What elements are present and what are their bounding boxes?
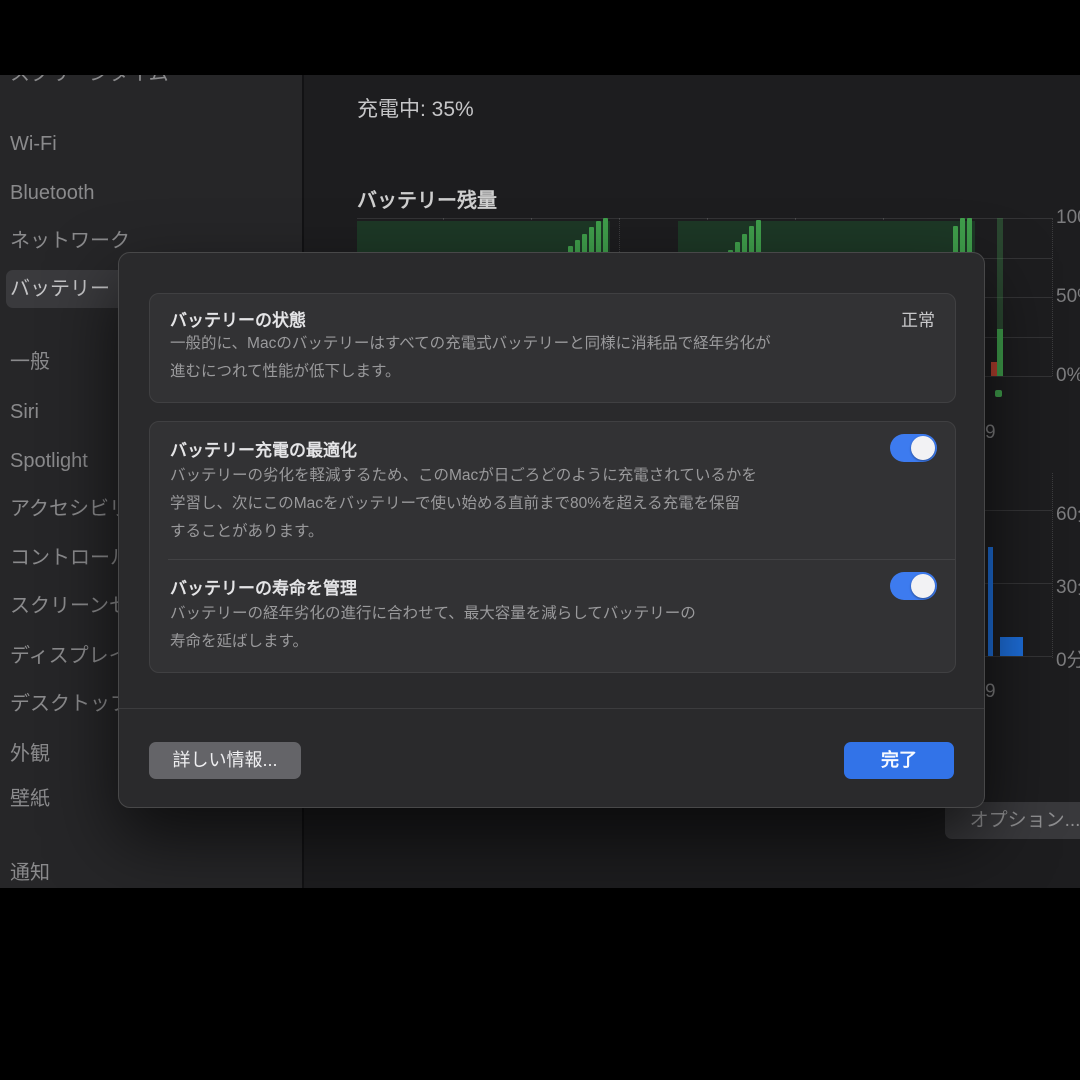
card-inset-divider (168, 559, 955, 560)
battery-condition-desc-line2: 進むにつれて性能が低下します。 (170, 358, 885, 386)
manage-longevity-title: バッテリーの寿命を管理 (170, 574, 357, 599)
x-axis-label: 9 (985, 681, 996, 703)
manage-longevity-toggle[interactable] (890, 572, 937, 600)
battery-condition-status-value: 正常 (901, 306, 935, 331)
usage-bar (988, 547, 993, 656)
y-axis-label: 60分 (1056, 499, 1080, 526)
battery-condition-title: バッテリーの状態 (170, 306, 306, 331)
low-battery-mark (991, 362, 997, 376)
battery-health-dialog: バッテリーの状態 正常 一般的に、Macのバッテリーはすべての充電式バッテリーと… (118, 252, 985, 808)
chart-gridline-vertical (1052, 218, 1053, 376)
system-settings-window: スクリーンタイムWi-FiBluetoothネットワークバッテリー一般SiriS… (0, 75, 1080, 888)
sidebar-item-WiFi[interactable]: Wi-Fi (6, 125, 297, 163)
battery-toggles-card: バッテリー充電の最適化 バッテリーの劣化を軽減するため、このMacが日ごろどのよ… (149, 421, 956, 673)
optimized-charging-desc-line2: 学習し、次にこのMacをバッテリーで使い始める直前まで80%を超える充電を保留 (170, 490, 885, 518)
y-axis-label: 30分 (1056, 572, 1080, 599)
current-level-bar (997, 329, 1003, 376)
optimized-charging-desc-line1: バッテリーの劣化を軽減するため、このMacが日ごろどのように充電されているかを (170, 462, 885, 490)
below-axis-marker (995, 390, 1002, 397)
y-axis-label: 50% (1056, 286, 1080, 308)
y-axis-label: 0% (1056, 365, 1080, 387)
manage-longevity-desc-line1: バッテリーの経年劣化の進行に合わせて、最大容量を減らしてバッテリーの (170, 600, 885, 628)
done-button[interactable]: 完了 (844, 742, 954, 779)
battery-level-section-title: バッテリー残量 (357, 184, 497, 213)
chart-gridline (357, 218, 1052, 219)
sidebar-item-partial[interactable]: スクリーンタイム (6, 75, 297, 93)
charging-status-text: 充電中: 35% (357, 93, 474, 123)
screenshot-root: { "sidebar": { "items": [ {"label": "スクリ… (0, 0, 1080, 1080)
usage-bar (1000, 637, 1023, 656)
optimized-charging-toggle[interactable] (890, 434, 937, 462)
learn-more-button[interactable]: 詳しい情報... (149, 742, 301, 779)
sidebar-item-jp15[interactable]: 通知 (6, 854, 297, 888)
toggle-knob (911, 574, 935, 598)
x-axis-label: 9 (985, 422, 996, 444)
sidebar-item-Bluetooth[interactable]: Bluetooth (6, 174, 297, 212)
y-axis-label: 0分 (1056, 645, 1080, 672)
dialog-footer-divider (119, 708, 984, 709)
optimized-charging-desc-line3: することがあります。 (170, 518, 885, 546)
chart-gridline-vertical (1052, 473, 1053, 658)
battery-condition-card: バッテリーの状態 正常 一般的に、Macのバッテリーはすべての充電式バッテリーと… (149, 293, 956, 403)
y-axis-label: 100% (1056, 207, 1080, 229)
toggle-knob (911, 436, 935, 460)
battery-condition-desc-line1: 一般的に、Macのバッテリーはすべての充電式バッテリーと同様に消耗品で経年劣化が (170, 330, 885, 358)
manage-longevity-desc-line2: 寿命を延ばします。 (170, 628, 885, 656)
optimized-charging-title: バッテリー充電の最適化 (170, 436, 357, 461)
